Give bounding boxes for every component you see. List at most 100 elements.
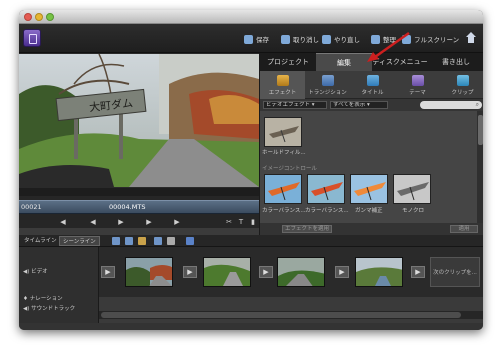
- transition-slot-4[interactable]: ▶: [411, 266, 425, 278]
- effects-footer: エフェクトを適用 適用: [260, 223, 483, 235]
- track-label-narration-text: ナレーション: [29, 296, 63, 302]
- transition-slot-3[interactable]: ▶: [335, 266, 349, 278]
- redo-icon: [322, 34, 331, 44]
- undo-label: 取り消し: [293, 36, 319, 44]
- freeze-frame-icon[interactable]: ▮: [249, 218, 257, 226]
- app-logo-icon: [23, 29, 41, 47]
- marker-icon[interactable]: [186, 237, 194, 245]
- video-track-icon: ◀): [23, 269, 32, 275]
- track-label-video: ◀) ビデオ: [23, 267, 48, 275]
- fast-forward-icon[interactable]: ▶: [145, 218, 153, 226]
- track-labels: ◀) ビデオ ♦ ナレーション ◀) サウンドトラック: [19, 247, 99, 323]
- effects-search-input[interactable]: ⌕: [420, 101, 482, 109]
- transitions-icon: [321, 75, 334, 86]
- effect-name-color-balance-1: カラーバランス...: [262, 208, 306, 214]
- search-icon: ⌕: [475, 101, 479, 108]
- fullscreen-label: フルスクリーン: [414, 36, 460, 44]
- effect-thumb-color-balance-2[interactable]: [307, 174, 345, 204]
- subtab-titles-label: タイトル: [361, 90, 384, 96]
- effect-name-monochrome: モノクロ: [402, 208, 425, 214]
- show-filter-dropdown[interactable]: すべてを表示 ▾: [330, 101, 388, 109]
- audio-mix-icon[interactable]: [167, 237, 175, 245]
- minimize-window-button[interactable]: [35, 13, 43, 21]
- effect-thumb-hold-fill[interactable]: [264, 117, 302, 147]
- smart-fix-icon[interactable]: [112, 237, 120, 245]
- close-window-button[interactable]: [24, 13, 32, 21]
- effect-category-value: ビデオエフェクト: [266, 102, 311, 108]
- subtab-effects[interactable]: エフェクト: [260, 71, 305, 99]
- effect-thumb-monochrome[interactable]: [393, 174, 431, 204]
- effect-name-gamma: ガンマ補正: [355, 208, 383, 214]
- effect-thumb-gamma[interactable]: [350, 174, 388, 204]
- themes-icon: [411, 75, 424, 86]
- timecode-display: 00021: [21, 203, 42, 211]
- task-panel: プロジェクト 編集 ディスクメニュー 書き出し エフェクト トランジション タイ…: [259, 53, 483, 235]
- timeline-toolbar: タイムライン シーンライン: [19, 235, 483, 247]
- subtab-effects-label: エフェクト: [268, 90, 297, 96]
- tab-share[interactable]: 書き出し: [428, 53, 483, 71]
- save-icon: [244, 34, 253, 44]
- scene-clip-1[interactable]: [125, 257, 173, 287]
- transition-slot-1[interactable]: ▶: [183, 266, 197, 278]
- speaker-icon: ◀): [23, 306, 32, 312]
- effects-scrollbar[interactable]: [477, 111, 483, 223]
- save-button[interactable]: 保存: [244, 33, 269, 45]
- tab-project[interactable]: プロジェクト: [260, 53, 316, 71]
- subtab-clip-art[interactable]: クリップ: [440, 71, 483, 99]
- transport-controls: ◀ ◀ ▶ ▶ ▶ ✂ T ▮: [19, 216, 259, 228]
- track-area: ◀) ビデオ ♦ ナレーション ◀) サウンドトラック ▶ ▶ ▶ ▶ ▶ 次の…: [19, 247, 483, 323]
- text-tool-icon[interactable]: T: [237, 218, 245, 226]
- undo-button[interactable]: 取り消し: [281, 33, 319, 45]
- timecode-bar: [19, 188, 259, 196]
- transition-slot-0[interactable]: ▶: [101, 266, 115, 278]
- preview-monitor: 大町ダム: [19, 53, 259, 188]
- tab-sceneline[interactable]: シーンライン: [59, 236, 100, 246]
- subtab-titles[interactable]: タイトル: [350, 71, 395, 99]
- narration-icon[interactable]: [154, 237, 162, 245]
- movie-icon[interactable]: [125, 237, 133, 245]
- scene-clip-4[interactable]: [355, 257, 403, 287]
- subtab-themes[interactable]: テーマ: [395, 71, 440, 99]
- subtab-transitions[interactable]: トランジション: [305, 71, 350, 99]
- subtab-themes-label: テーマ: [409, 90, 426, 96]
- clip-art-icon: [456, 75, 469, 86]
- app-window: 保存 取り消し やり直し 整理 フルスクリーン 大町ダム 00021 00004…: [19, 10, 483, 330]
- transition-slot-2[interactable]: ▶: [259, 266, 273, 278]
- redo-button[interactable]: やり直し: [322, 33, 360, 45]
- next-clip-drop-target[interactable]: 次のクリップを...: [430, 257, 480, 287]
- timeline-scroll-thumb[interactable]: [101, 312, 461, 318]
- titles-icon: [366, 75, 379, 86]
- zoom-window-button[interactable]: [46, 13, 54, 21]
- scene-clip-3[interactable]: [277, 257, 325, 287]
- effects-icon: [276, 75, 289, 86]
- show-filter-value: すべてを表示: [333, 102, 366, 108]
- split-clip-icon[interactable]: ✂: [225, 218, 233, 226]
- apply-effect-button[interactable]: エフェクトを適用: [282, 225, 332, 233]
- video-frame[interactable]: 大町ダム: [19, 54, 259, 187]
- effects-scroll-thumb[interactable]: [478, 115, 483, 145]
- apply-button[interactable]: 適用: [450, 225, 478, 233]
- redo-label: やり直し: [334, 36, 360, 44]
- effect-thumb-color-balance-1[interactable]: [264, 174, 302, 204]
- paint-icon[interactable]: [138, 237, 146, 245]
- next-frame-icon[interactable]: ▶: [173, 218, 181, 226]
- tab-timeline[interactable]: タイムライン: [21, 236, 60, 246]
- track-label-narration: ♦ ナレーション: [23, 294, 63, 302]
- timeline-scrollbar[interactable]: [99, 311, 483, 319]
- effects-filter-bar: ビデオエフェクト ▾ すべてを表示 ▾ ⌕: [260, 99, 483, 111]
- rewind-icon[interactable]: ◀: [89, 218, 97, 226]
- previous-frame-icon[interactable]: ◀: [59, 218, 67, 226]
- subtab-clip-art-label: クリップ: [451, 90, 474, 96]
- title-bar: [19, 10, 483, 24]
- home-icon[interactable]: [465, 32, 477, 44]
- play-icon[interactable]: ▶: [117, 218, 125, 226]
- effect-name-color-balance-2: カラーバランス...: [305, 208, 349, 214]
- clip-strip[interactable]: 00021 00004.MTS: [19, 200, 259, 214]
- timeline-panel: タイムライン シーンライン ◀) ビデオ ♦ ナレーション ◀) サウンドトラッ…: [19, 235, 483, 330]
- scene-clip-2[interactable]: [203, 257, 251, 287]
- effect-category-dropdown[interactable]: ビデオエフェクト ▾: [263, 101, 327, 109]
- sceneline-clips: ▶ ▶ ▶ ▶ ▶ 次のクリップを...: [99, 247, 483, 297]
- edit-subtabs: エフェクト トランジション タイトル テーマ クリップ: [260, 71, 483, 99]
- scrubber[interactable]: 00021 00004.MTS ◀ ◀ ▶ ▶ ▶ ✂ T ▮: [19, 196, 259, 228]
- effects-list: ホールドフィル... イメージコントロール カラーバランス... カラーバランス…: [260, 111, 477, 223]
